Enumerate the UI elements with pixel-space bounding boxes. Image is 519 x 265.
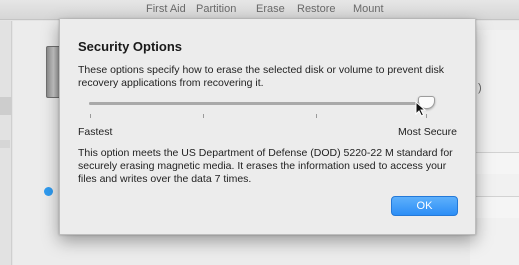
slider-tick (90, 114, 91, 118)
security-options-dialog: Security Options These options specify h… (59, 19, 476, 235)
info-row (470, 196, 519, 218)
slider-max-label: Most Secure (398, 126, 457, 138)
dialog-description: These options specify how to erase the s… (78, 64, 444, 89)
slider-tick (316, 114, 317, 118)
sidebar-item[interactable] (0, 140, 10, 148)
first-aid-button[interactable]: First Aid (146, 3, 186, 15)
ok-button[interactable]: OK (391, 196, 458, 216)
info-row (470, 152, 519, 174)
usage-legend-dot (44, 187, 53, 196)
dialog-title: Security Options (78, 39, 183, 54)
partition-button[interactable]: Partition (196, 3, 236, 15)
slider-fill (89, 102, 429, 105)
window-toolbar: First Aid Partition Erase Restore Mount (0, 0, 519, 20)
mount-button[interactable]: Mount (353, 3, 384, 15)
erase-button[interactable]: Erase (256, 3, 285, 15)
info-panel (470, 30, 519, 265)
security-level-description: This option meets the US Department of D… (78, 147, 453, 185)
mouse-cursor-icon (415, 101, 427, 117)
info-text-fragment: ) (478, 82, 482, 94)
slider-tick (203, 114, 204, 118)
slider-min-label: Fastest (78, 126, 113, 138)
security-slider[interactable] (89, 102, 429, 105)
restore-button[interactable]: Restore (297, 3, 336, 15)
toolbar-labels: First Aid Partition Erase Restore Mount (0, 3, 519, 17)
sidebar-selected-item[interactable] (0, 97, 12, 115)
